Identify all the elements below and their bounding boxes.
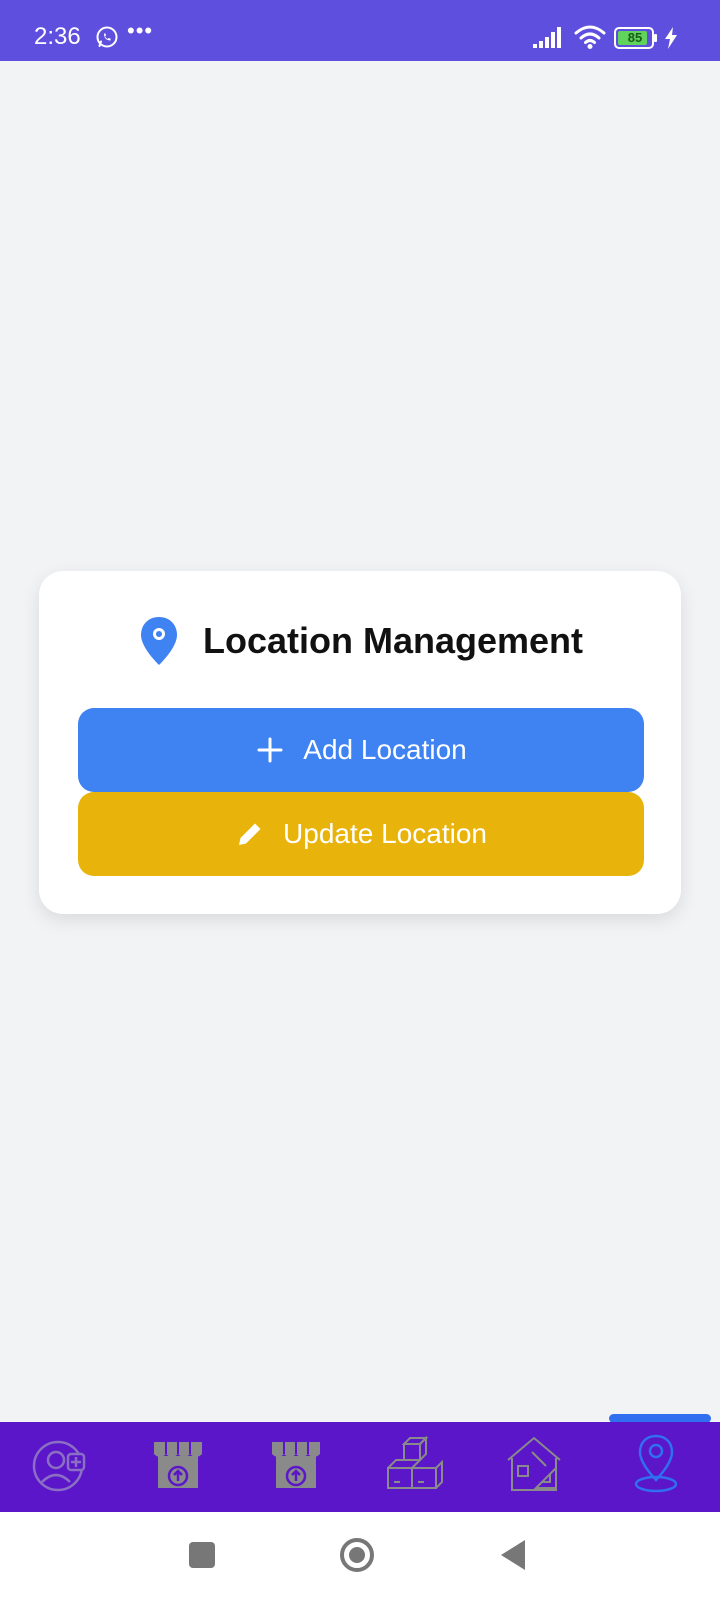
- nav-item-house-plan[interactable]: [502, 1432, 566, 1496]
- battery-level: 85: [627, 30, 643, 45]
- wifi-icon: [574, 25, 606, 49]
- house-plan-icon: [507, 1436, 561, 1491]
- add-user-icon: [32, 1440, 86, 1492]
- card-title: Location Management: [203, 620, 584, 661]
- status-time: 2:36: [34, 23, 81, 50]
- nav-item-store-upload-2[interactable]: [264, 1432, 328, 1496]
- store-upload-icon: [154, 1442, 202, 1488]
- update-location-button[interactable]: Update Location: [78, 792, 644, 876]
- system-navigation-bar: [0, 1512, 720, 1600]
- nav-item-store-upload-1[interactable]: [146, 1432, 210, 1496]
- location-pin-icon: [141, 617, 177, 665]
- bottom-navigation: [0, 1422, 720, 1512]
- home-icon[interactable]: [339, 1537, 375, 1573]
- update-location-label: Update Location: [283, 818, 487, 849]
- whatsapp-icon: [96, 26, 118, 48]
- back-icon[interactable]: [499, 1538, 527, 1572]
- recents-icon[interactable]: [189, 1542, 215, 1568]
- pencil-icon: [239, 823, 261, 845]
- nav-item-boxes[interactable]: [384, 1432, 448, 1496]
- status-bar: 2:36 ••• 85: [0, 0, 720, 61]
- location-management-card: Location Management Add Location Update …: [39, 571, 681, 914]
- nav-item-location[interactable]: [624, 1432, 688, 1496]
- signal-icon: [533, 27, 561, 48]
- location-pin-icon: [634, 1434, 678, 1493]
- boxes-icon: [387, 1435, 443, 1489]
- add-location-button[interactable]: Add Location: [78, 708, 644, 792]
- card-header: Location Management: [39, 611, 681, 671]
- charging-icon: [665, 27, 677, 49]
- more-icon: •••: [127, 18, 154, 43]
- nav-item-add-user[interactable]: [28, 1432, 92, 1496]
- add-location-label: Add Location: [303, 734, 467, 765]
- plus-icon: [257, 737, 283, 763]
- store-upload-icon: [272, 1442, 320, 1488]
